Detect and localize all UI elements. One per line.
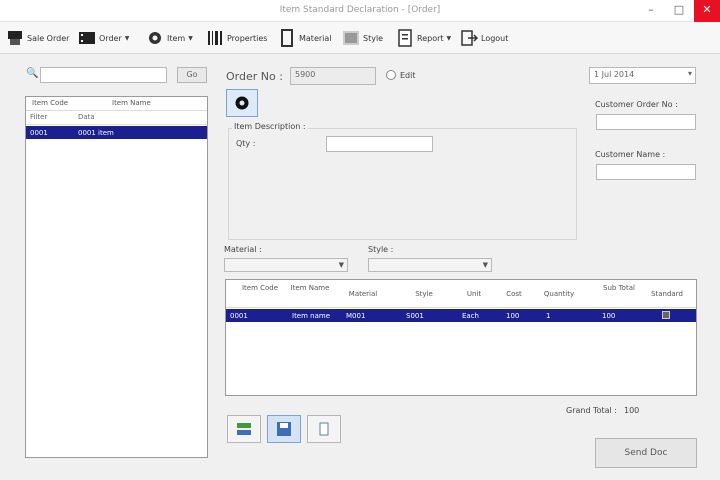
order-no-field: 5900 <box>290 67 376 85</box>
search-icon: 🔍 <box>26 68 39 79</box>
style-label: Style : <box>368 245 394 254</box>
customer-name-input[interactable] <box>596 164 696 180</box>
toolbar-label: Order <box>99 33 122 43</box>
column-header[interactable]: Sub Total <box>602 284 636 292</box>
column-header[interactable]: Item Code <box>240 284 280 292</box>
column-header[interactable]: Quantity <box>536 290 582 298</box>
gear-icon <box>235 96 249 110</box>
order-no-label: Order No : <box>226 70 283 83</box>
toolbar-label: Sale Order <box>27 33 70 43</box>
window-title: Item Standard Declaration - [Order] <box>279 5 441 15</box>
film-icon <box>78 29 96 47</box>
logout-icon <box>460 29 479 47</box>
filter-cell: Filter <box>30 113 48 121</box>
style-icon <box>342 29 360 47</box>
toolbar-style[interactable]: Style <box>342 26 383 50</box>
toolbar-report[interactable]: Report ▼ <box>396 26 451 50</box>
edit-radio[interactable] <box>386 70 396 80</box>
toolbar-sale-order[interactable]: Sale Order <box>6 26 69 50</box>
cell: 1 <box>546 312 551 320</box>
save-grid-button[interactable] <box>267 415 301 443</box>
chevron-down-icon: ▼ <box>446 34 452 42</box>
date-picker[interactable]: 1 Jul 2014 ▾ <box>589 67 696 84</box>
column-header[interactable]: Style <box>404 290 444 298</box>
date-value: 1 Jul 2014 <box>594 70 635 79</box>
toolbar-label: Properties <box>227 33 268 43</box>
door-icon <box>278 29 296 47</box>
delete-row-button[interactable] <box>307 415 341 443</box>
material-label: Material : <box>224 245 262 254</box>
order-grid-header: Item Code Item Name Material Style Unit … <box>226 280 696 308</box>
item-description-label: Item Description : <box>232 122 308 131</box>
standard-checkbox[interactable] <box>662 311 670 319</box>
cell: Each <box>462 312 479 320</box>
material-select[interactable]: ▼ <box>224 258 348 272</box>
toolbar-label: Report <box>417 33 444 43</box>
order-grid[interactable]: Item Code Item Name Material Style Unit … <box>225 279 697 396</box>
grand-total-value: 100 <box>624 406 640 415</box>
item-list[interactable]: Item Code Item Name Filter Data 0001 000… <box>25 96 208 458</box>
column-header[interactable]: Material <box>342 290 384 298</box>
cell: 0001 <box>30 129 48 137</box>
toolbar-label: Logout <box>481 33 509 43</box>
table-row[interactable]: 0001 0001 item <box>26 126 207 139</box>
column-header[interactable]: Cost <box>496 290 532 298</box>
toolbar-label: Style <box>363 33 384 43</box>
document-icon <box>319 422 329 436</box>
cell: 0001 <box>230 312 248 320</box>
customer-order-label: Customer Order No : <box>595 100 678 109</box>
qty-label: Qty : <box>236 139 256 148</box>
customer-order-input[interactable] <box>596 114 696 130</box>
table-row[interactable]: 0001 Item name M001 S001 Each 100 1 100 <box>226 309 696 322</box>
cell: M001 <box>346 312 366 320</box>
chevron-down-icon: ▼ <box>188 34 193 42</box>
column-header[interactable]: Unit <box>456 290 492 298</box>
add-row-button[interactable] <box>227 415 261 443</box>
toolbar-item[interactable]: Item ▼ <box>146 26 193 50</box>
barcode-icon <box>206 29 224 47</box>
qty-input[interactable] <box>326 136 433 152</box>
column-header[interactable]: Standard <box>644 290 690 298</box>
floppy-icon <box>277 422 291 436</box>
search-input[interactable] <box>40 67 167 83</box>
cell: S001 <box>406 312 424 320</box>
close-icon[interactable]: ✕ <box>694 0 720 22</box>
cell: Item name <box>292 312 331 320</box>
toolbar-logout[interactable]: Logout <box>460 26 508 50</box>
toolbar-material[interactable]: Material <box>278 26 332 50</box>
toolbar-label: Material <box>299 33 332 43</box>
edit-label: Edit <box>400 71 416 80</box>
maximize-icon[interactable]: □ <box>666 0 692 22</box>
cell: 100 <box>506 312 520 320</box>
column-header[interactable]: Item Code <box>32 99 68 107</box>
gear-icon <box>146 29 164 47</box>
customer-name-label: Customer Name : <box>595 150 666 159</box>
grand-total-label: Grand Total : <box>566 406 618 415</box>
settings-button[interactable] <box>226 89 258 117</box>
minimize-icon[interactable]: – <box>638 0 664 22</box>
chevron-down-icon: ▼ <box>482 261 488 269</box>
toolbar-properties[interactable]: Properties <box>206 26 267 50</box>
chevron-down-icon: ▼ <box>124 34 130 42</box>
item-list-header: Item Code Item Name <box>26 97 207 111</box>
cell: 100 <box>602 312 616 320</box>
toolbar-order[interactable]: Order ▼ <box>78 26 129 50</box>
filter-cell: Data <box>78 113 95 121</box>
style-select[interactable]: ▼ <box>368 258 492 272</box>
add-icon <box>237 423 251 435</box>
toolbar: Sale Order Order ▼ Item ▼ Properties Mat… <box>0 22 720 54</box>
save-button[interactable]: Send Doc <box>595 438 697 468</box>
toolbar-label: Item <box>167 33 186 43</box>
cell: 0001 item <box>78 129 114 137</box>
report-icon <box>396 29 414 47</box>
chevron-down-icon: ▼ <box>338 261 344 269</box>
search-button[interactable]: Go <box>177 67 207 83</box>
title-bar: Item Standard Declaration - [Order] – □ … <box>0 0 720 22</box>
calendar-icon[interactable]: ▾ <box>688 69 692 78</box>
column-header[interactable]: Item Name <box>112 99 151 107</box>
column-header[interactable]: Item Name <box>290 284 330 292</box>
printer-icon <box>6 29 24 47</box>
filter-row[interactable]: Filter Data <box>26 111 207 125</box>
